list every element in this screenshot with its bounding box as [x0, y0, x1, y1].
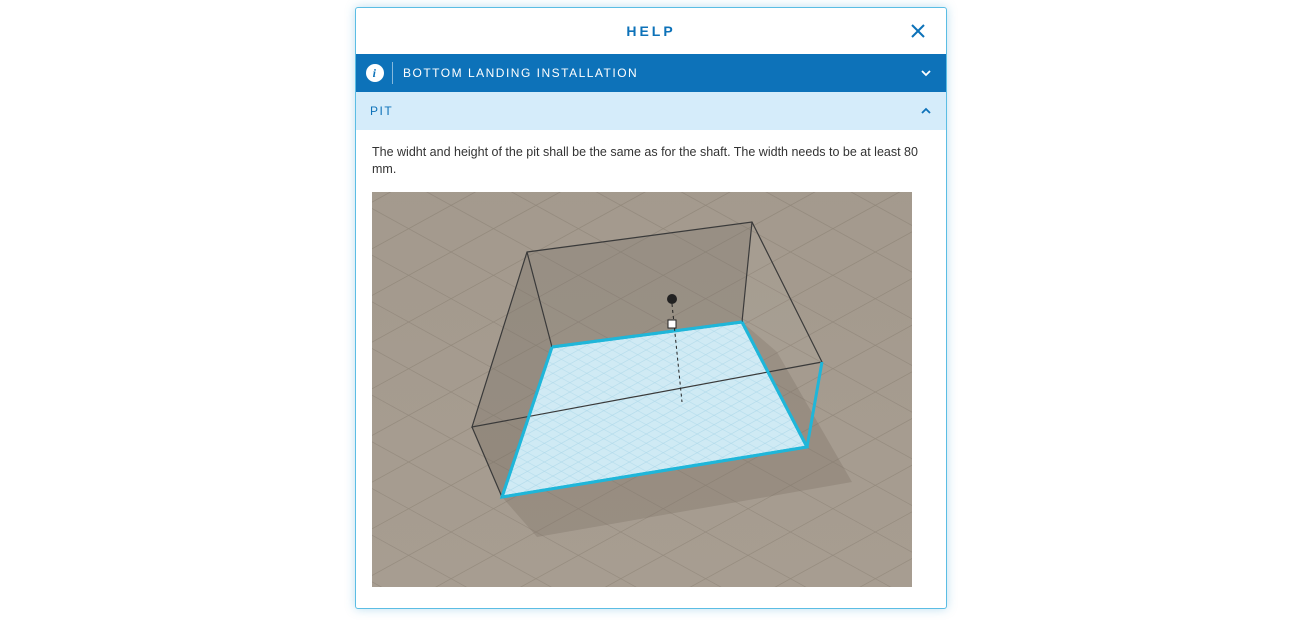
info-icon: i [366, 64, 384, 82]
section-pit[interactable]: PIT [356, 92, 946, 130]
section-label: BOTTOM LANDING INSTALLATION [403, 66, 920, 80]
section-body: The widht and height of the pit shall be… [356, 130, 946, 603]
help-panel: HELP i BOTTOM LANDING INSTALLATION PIT T… [355, 7, 947, 609]
panel-title: HELP [626, 23, 675, 39]
title-bar: HELP [356, 8, 946, 54]
close-icon [911, 24, 925, 38]
chevron-down-icon [920, 67, 932, 79]
close-button[interactable] [900, 8, 936, 54]
section-label: PIT [370, 104, 920, 118]
help-text: The widht and height of the pit shall be… [372, 144, 930, 178]
chevron-up-icon [920, 105, 932, 117]
section-bottom-landing[interactable]: i BOTTOM LANDING INSTALLATION [356, 54, 946, 92]
pit-illustration [372, 192, 912, 587]
divider [392, 62, 393, 84]
